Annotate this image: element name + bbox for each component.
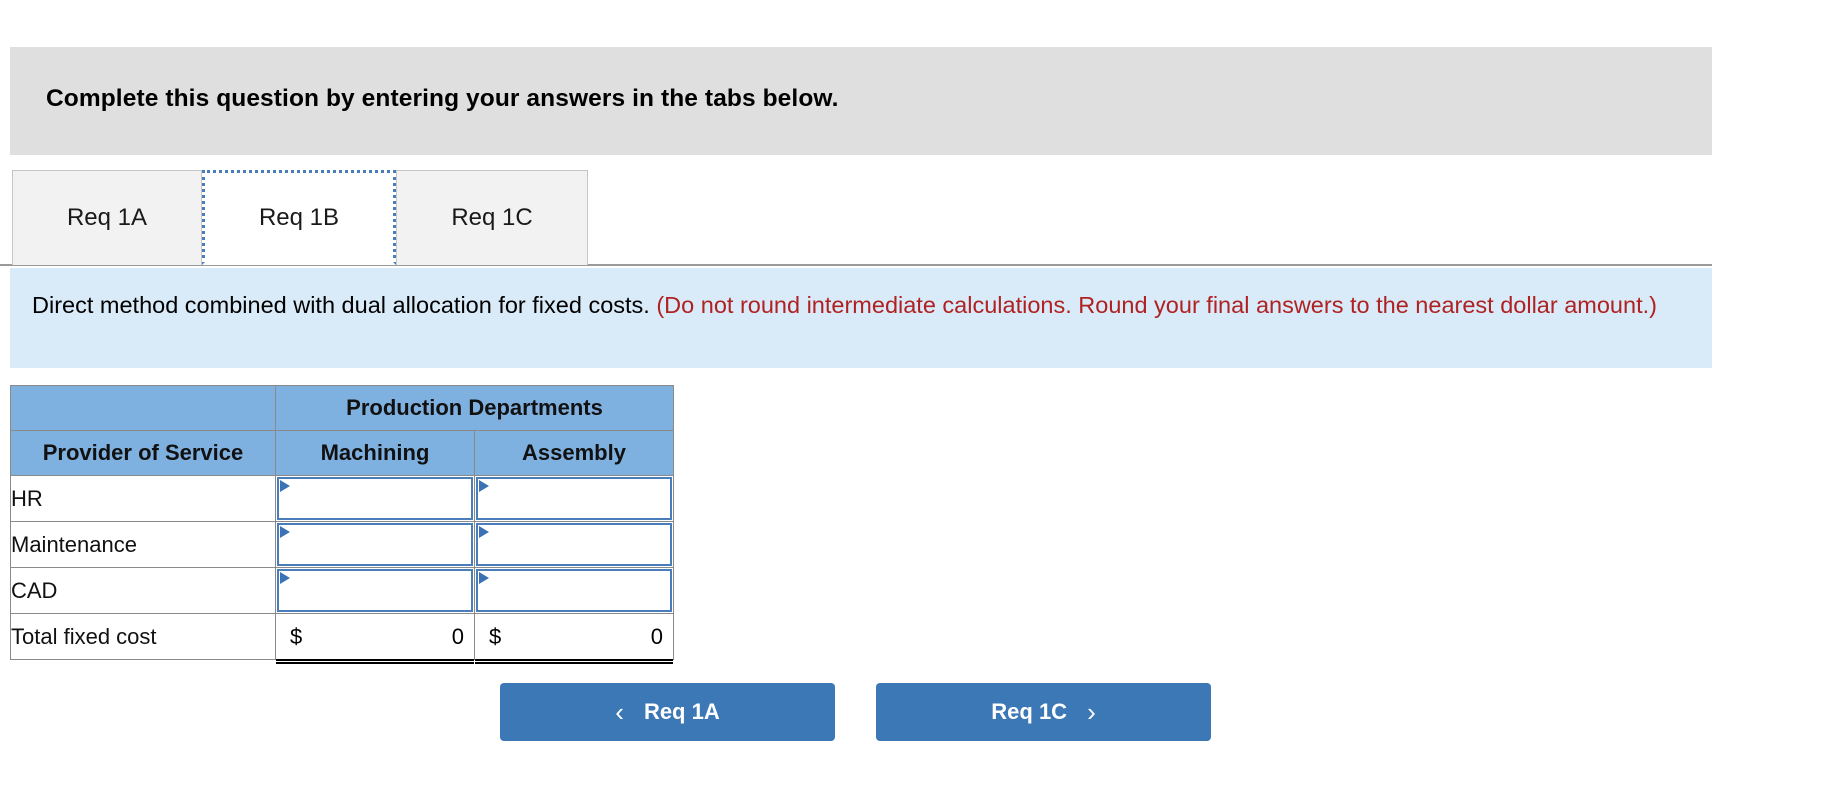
instruction-main: Direct method combined with dual allocat… — [32, 292, 650, 318]
next-req-1c-button[interactable]: Req 1C › — [876, 683, 1211, 741]
tab-req-1b[interactable]: Req 1B — [202, 170, 396, 265]
prev-req-1a-button[interactable]: ‹ Req 1A — [500, 683, 835, 741]
tab-strip: Req 1A Req 1B Req 1C — [0, 165, 1822, 266]
instruction-hint: (Do not round intermediate calculations.… — [656, 292, 1657, 318]
question-banner: Complete this question by entering your … — [10, 47, 1712, 155]
question-banner-text: Complete this question by entering your … — [46, 85, 839, 112]
cell-maintenance-assembly[interactable] — [474, 521, 674, 568]
row-label-cad: CAD — [10, 567, 276, 614]
table-group-header-row: Production Departments — [10, 385, 674, 431]
row-label-total-fixed-cost: Total fixed cost — [10, 613, 276, 660]
header-blank-cell — [10, 385, 276, 431]
next-button-label: Req 1C — [991, 699, 1068, 724]
cell-cad-assembly[interactable] — [474, 567, 674, 614]
prev-button-label: Req 1A — [643, 699, 720, 724]
table-row: Maintenance — [10, 521, 674, 568]
input-cad-machining[interactable] — [277, 569, 473, 612]
fixed-cost-allocation-table: Production Departments Provider of Servi… — [10, 385, 674, 661]
input-maintenance-machining[interactable] — [277, 523, 473, 566]
header-production-departments: Production Departments — [275, 385, 674, 431]
row-label-hr: HR — [10, 475, 276, 522]
input-hr-machining[interactable] — [277, 477, 473, 520]
table-row: HR — [10, 475, 674, 522]
input-maintenance-assembly[interactable] — [476, 523, 672, 566]
currency-symbol: $ — [290, 623, 303, 649]
cell-maintenance-machining[interactable] — [275, 521, 475, 568]
header-assembly: Assembly — [474, 430, 674, 476]
chevron-left-icon: ‹ — [615, 697, 624, 727]
header-provider-of-service: Provider of Service — [10, 430, 276, 476]
cell-hr-assembly[interactable] — [474, 475, 674, 522]
tab-req-1a[interactable]: Req 1A — [12, 170, 202, 265]
total-machining-value: 0 — [451, 623, 464, 649]
header-machining: Machining — [275, 430, 475, 476]
input-cad-assembly[interactable] — [476, 569, 672, 612]
table-row: CAD — [10, 567, 674, 614]
chevron-right-icon: › — [1087, 697, 1096, 727]
total-double-underline — [475, 659, 673, 661]
table-total-row: Total fixed cost $ 0 $ 0 — [10, 613, 674, 661]
cell-total-assembly: $ 0 — [474, 613, 674, 661]
input-hr-assembly[interactable] — [476, 477, 672, 520]
total-assembly-value: 0 — [650, 623, 663, 649]
tab-req-1c[interactable]: Req 1C — [396, 170, 588, 265]
row-label-maintenance: Maintenance — [10, 521, 276, 568]
instruction-banner: Direct method combined with dual allocat… — [10, 268, 1712, 368]
cell-total-machining: $ 0 — [275, 613, 475, 661]
currency-symbol: $ — [489, 623, 502, 649]
cell-hr-machining[interactable] — [275, 475, 475, 522]
total-double-underline — [276, 659, 474, 661]
cell-cad-machining[interactable] — [275, 567, 475, 614]
table-header-row: Provider of Service Machining Assembly — [10, 430, 674, 476]
